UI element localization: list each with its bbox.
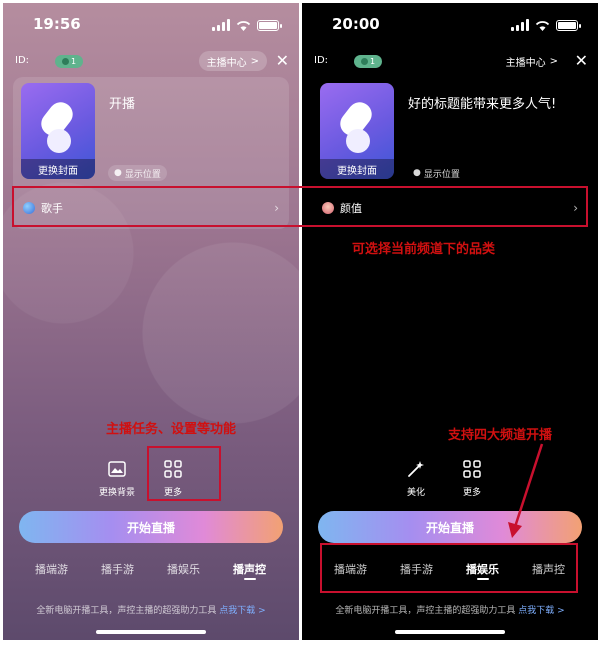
more-button[interactable]: 更多 bbox=[444, 459, 500, 498]
close-icon[interactable]: ✕ bbox=[276, 52, 289, 70]
location-pin-icon: ● bbox=[114, 168, 122, 178]
tool-row: 美化 更多 bbox=[388, 459, 500, 498]
badge-icon bbox=[61, 58, 69, 65]
more-highlight-box bbox=[147, 446, 221, 501]
battery-icon bbox=[257, 20, 282, 31]
download-link[interactable]: 点我下载 > bbox=[219, 606, 265, 616]
status-time: 20:00 bbox=[332, 15, 380, 33]
status-bar: 20:00 bbox=[302, 15, 598, 35]
change-background-button[interactable]: 更换背景 bbox=[89, 459, 145, 498]
change-cover-label[interactable]: 更换封面 bbox=[21, 159, 95, 179]
top-bar: ID: 1 主播中心 > ✕ bbox=[3, 51, 299, 73]
download-link[interactable]: 点我下载 > bbox=[518, 606, 564, 616]
close-icon[interactable]: ✕ bbox=[575, 52, 588, 70]
cover-image[interactable]: 更换封面 bbox=[320, 83, 394, 179]
chevron-right-icon: > bbox=[250, 55, 259, 67]
chevron-right-icon: > bbox=[549, 55, 558, 67]
status-icons bbox=[511, 19, 581, 31]
status-bar: 19:56 bbox=[3, 15, 299, 35]
more-annotation: 主播任务、设置等功能 bbox=[106, 422, 237, 437]
image-icon bbox=[107, 459, 127, 479]
status-icons bbox=[212, 19, 282, 31]
channels-highlight-box bbox=[320, 543, 578, 593]
broadcast-title[interactable]: 好的标题能带来更多人气! bbox=[408, 93, 556, 112]
home-indicator[interactable] bbox=[395, 630, 505, 634]
category-annotation: 可选择当前频道下的品类 bbox=[352, 242, 496, 257]
grid-icon bbox=[462, 459, 482, 479]
annotation-arrow-icon bbox=[508, 443, 544, 538]
cover-image[interactable]: 更换封面 bbox=[21, 83, 95, 179]
app-logo-icon bbox=[35, 99, 81, 159]
id-label: ID: bbox=[314, 55, 329, 66]
start-live-button[interactable]: 开始直播 bbox=[19, 511, 283, 543]
location-pin-icon: ● bbox=[413, 168, 421, 178]
badge-icon bbox=[360, 58, 368, 65]
wifi-icon bbox=[236, 20, 251, 31]
top-bar: ID: 1 主播中心 > ✕ bbox=[302, 51, 598, 73]
tab-pc-games[interactable]: 播端游 bbox=[35, 561, 68, 577]
home-indicator[interactable] bbox=[96, 630, 206, 634]
status-time: 19:56 bbox=[33, 15, 81, 33]
wifi-icon bbox=[535, 20, 550, 31]
channel-tabs: 播端游 播手游 播娱乐 播声控 bbox=[3, 561, 299, 587]
show-location-button[interactable]: ● 显示位置 bbox=[407, 165, 466, 181]
id-label: ID: bbox=[15, 55, 30, 66]
level-badge: 1 bbox=[55, 55, 83, 68]
tab-entertainment[interactable]: 播娱乐 bbox=[167, 561, 200, 577]
beautify-button[interactable]: 美化 bbox=[388, 459, 444, 498]
battery-icon bbox=[556, 20, 581, 31]
broadcast-title[interactable]: 开播 bbox=[109, 93, 135, 112]
level-badge: 1 bbox=[354, 55, 382, 68]
signal-icon bbox=[212, 19, 230, 31]
footer-promo: 全新电脑开播工具，声控主播的超强助力工具 点我下载 > bbox=[36, 606, 266, 616]
signal-icon bbox=[511, 19, 529, 31]
change-cover-label[interactable]: 更换封面 bbox=[320, 159, 394, 179]
anchor-center-button[interactable]: 主播中心 > bbox=[198, 51, 267, 71]
anchor-center-button[interactable]: 主播中心 > bbox=[498, 51, 566, 71]
left-phone-screen: 19:56 ID: 1 主播中心 > ✕ 更换封面 开播 ● 显示位置 歌手 ›… bbox=[3, 3, 299, 640]
tab-mobile-games[interactable]: 播手游 bbox=[101, 561, 134, 577]
footer-promo: 全新电脑开播工具，声控主播的超强助力工具 点我下载 > bbox=[335, 606, 565, 616]
tab-voice[interactable]: 播声控 bbox=[233, 561, 266, 580]
magic-wand-icon bbox=[406, 459, 426, 479]
app-logo-icon bbox=[334, 99, 380, 159]
category-highlight-box bbox=[12, 186, 588, 227]
show-location-button[interactable]: ● 显示位置 bbox=[108, 165, 167, 181]
